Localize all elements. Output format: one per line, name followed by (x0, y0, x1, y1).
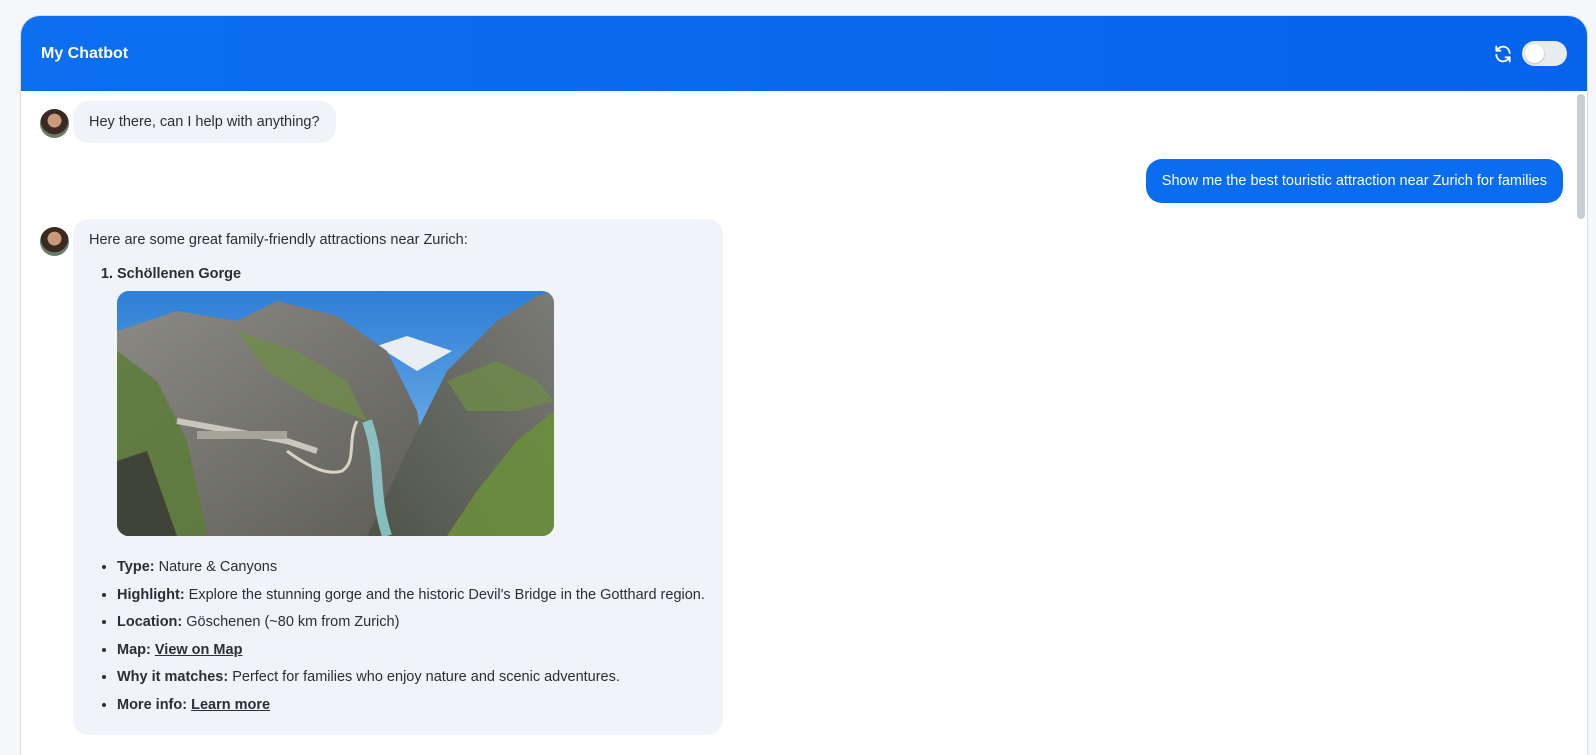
refresh-icon (1495, 45, 1511, 62)
message-list: Hey there, can I help with anything? Sho… (21, 91, 1587, 755)
attraction-image (117, 291, 554, 536)
user-message: Show me the best touristic attraction ne… (40, 159, 1563, 203)
chat-header: My Chatbot (21, 16, 1587, 91)
header-actions (1492, 41, 1567, 66)
bot-message: Hey there, can I help with anything? (40, 101, 1563, 143)
attraction-details: Type: Nature & Canyons Highlight: Explor… (89, 554, 707, 719)
attraction-list: Schöllenen Gorge (89, 266, 707, 536)
user-message-bubble: Show me the best touristic attraction ne… (1145, 159, 1563, 203)
reply-intro: Here are some great family-friendly attr… (89, 232, 468, 248)
gorge-photo (117, 291, 554, 536)
chat-title: My Chatbot (41, 44, 129, 62)
detail-why: Why it matches: Perfect for families who… (117, 664, 707, 692)
chat-window: My Chatbot Hey there, can I help with an… (20, 15, 1588, 755)
detail-type: Type: Nature & Canyons (117, 554, 707, 582)
detail-more-info: More info: Learn more (117, 692, 707, 720)
bot-avatar (40, 109, 69, 138)
attraction-name: Schöllenen Gorge (117, 266, 242, 282)
mode-toggle[interactable] (1522, 41, 1567, 66)
scrollbar-thumb[interactable] (1577, 94, 1585, 219)
detail-highlight: Highlight: Explore the stunning gorge an… (117, 582, 707, 610)
attraction-item: Schöllenen Gorge (117, 266, 707, 536)
bot-avatar (40, 227, 69, 256)
toggle-knob (1525, 44, 1544, 63)
bot-reply-bubble: Here are some great family-friendly attr… (73, 219, 723, 735)
refresh-button[interactable] (1492, 43, 1514, 65)
view-on-map-link[interactable]: View on Map (155, 642, 243, 658)
bot-message-bubble: Hey there, can I help with anything? (73, 101, 336, 143)
detail-location: Location: Göschenen (~80 km from Zurich) (117, 609, 707, 637)
bot-message: Here are some great family-friendly attr… (40, 219, 1563, 735)
detail-map: Map: View on Map (117, 637, 707, 665)
learn-more-link[interactable]: Learn more (191, 697, 270, 713)
